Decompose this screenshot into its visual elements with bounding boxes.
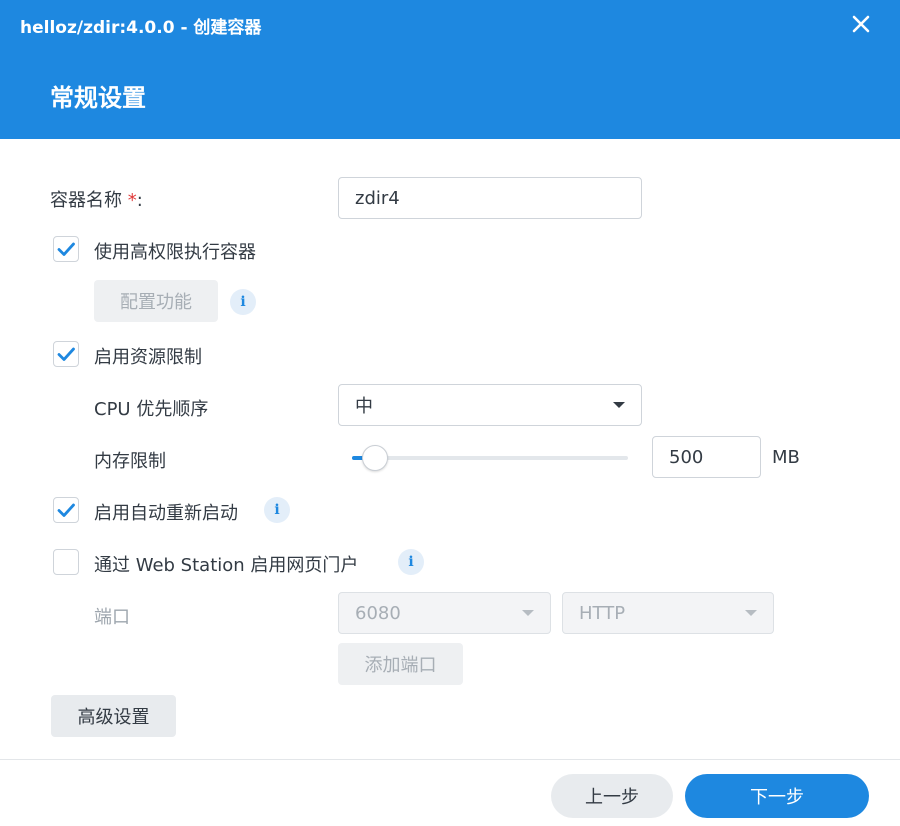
container-name-label: 容器名称 *:	[50, 186, 143, 212]
container-name-value: zdir4	[355, 187, 400, 209]
dialog-header: helloz/zdir:4.0.0 - 创建容器 常规设置	[0, 0, 900, 139]
container-name-label-text: 容器名称	[50, 190, 122, 211]
memory-slider-handle[interactable]	[362, 445, 389, 471]
chevron-down-icon	[745, 610, 757, 616]
add-port-button[interactable]: 添加端口	[338, 643, 463, 685]
advanced-settings-button[interactable]: 高级设置	[51, 695, 176, 737]
port-select[interactable]: 6080	[338, 592, 551, 634]
memory-unit: MB	[772, 447, 800, 468]
label-colon: :	[136, 190, 143, 211]
memory-value-input[interactable]: 500	[652, 436, 761, 478]
window-title: helloz/zdir:4.0.0 - 创建容器	[20, 18, 262, 38]
web-portal-label: 通过 Web Station 启用网页门户	[94, 555, 359, 576]
memory-limit-label: 内存限制	[94, 451, 166, 472]
cpu-priority-select[interactable]: 中	[338, 384, 642, 426]
chevron-down-icon	[522, 610, 534, 616]
resource-limit-checkbox[interactable]	[53, 341, 79, 367]
protocol-select[interactable]: HTTP	[562, 592, 774, 634]
check-icon	[57, 242, 75, 256]
configure-capabilities-button[interactable]: 配置功能	[94, 280, 218, 322]
privileged-label: 使用高权限执行容器	[94, 242, 256, 263]
info-icon[interactable]: i	[398, 549, 424, 575]
next-button[interactable]: 下一步	[685, 774, 869, 818]
info-icon[interactable]: i	[264, 497, 290, 523]
check-icon	[57, 347, 75, 361]
required-mark: *	[127, 190, 137, 211]
auto-restart-label: 启用自动重新启动	[94, 503, 238, 524]
protocol-value: HTTP	[579, 602, 626, 624]
memory-value: 500	[669, 446, 704, 468]
previous-button[interactable]: 上一步	[551, 774, 673, 818]
web-portal-checkbox[interactable]	[53, 549, 79, 575]
close-icon	[852, 15, 870, 33]
port-label: 端口	[94, 607, 130, 628]
resource-limit-label: 启用资源限制	[94, 347, 202, 368]
check-icon	[57, 503, 75, 517]
footer-divider	[0, 759, 900, 760]
chevron-down-icon	[613, 402, 625, 408]
container-name-input[interactable]: zdir4	[338, 177, 642, 219]
close-button[interactable]	[844, 9, 878, 39]
cpu-priority-label: CPU 优先顺序	[94, 399, 209, 420]
privileged-checkbox[interactable]	[53, 236, 79, 262]
auto-restart-checkbox[interactable]	[53, 497, 79, 523]
info-icon[interactable]: i	[230, 289, 256, 315]
port-value: 6080	[355, 602, 401, 624]
cpu-priority-value: 中	[355, 396, 373, 417]
memory-slider-track[interactable]	[352, 456, 628, 460]
page-title: 常规设置	[50, 84, 146, 112]
